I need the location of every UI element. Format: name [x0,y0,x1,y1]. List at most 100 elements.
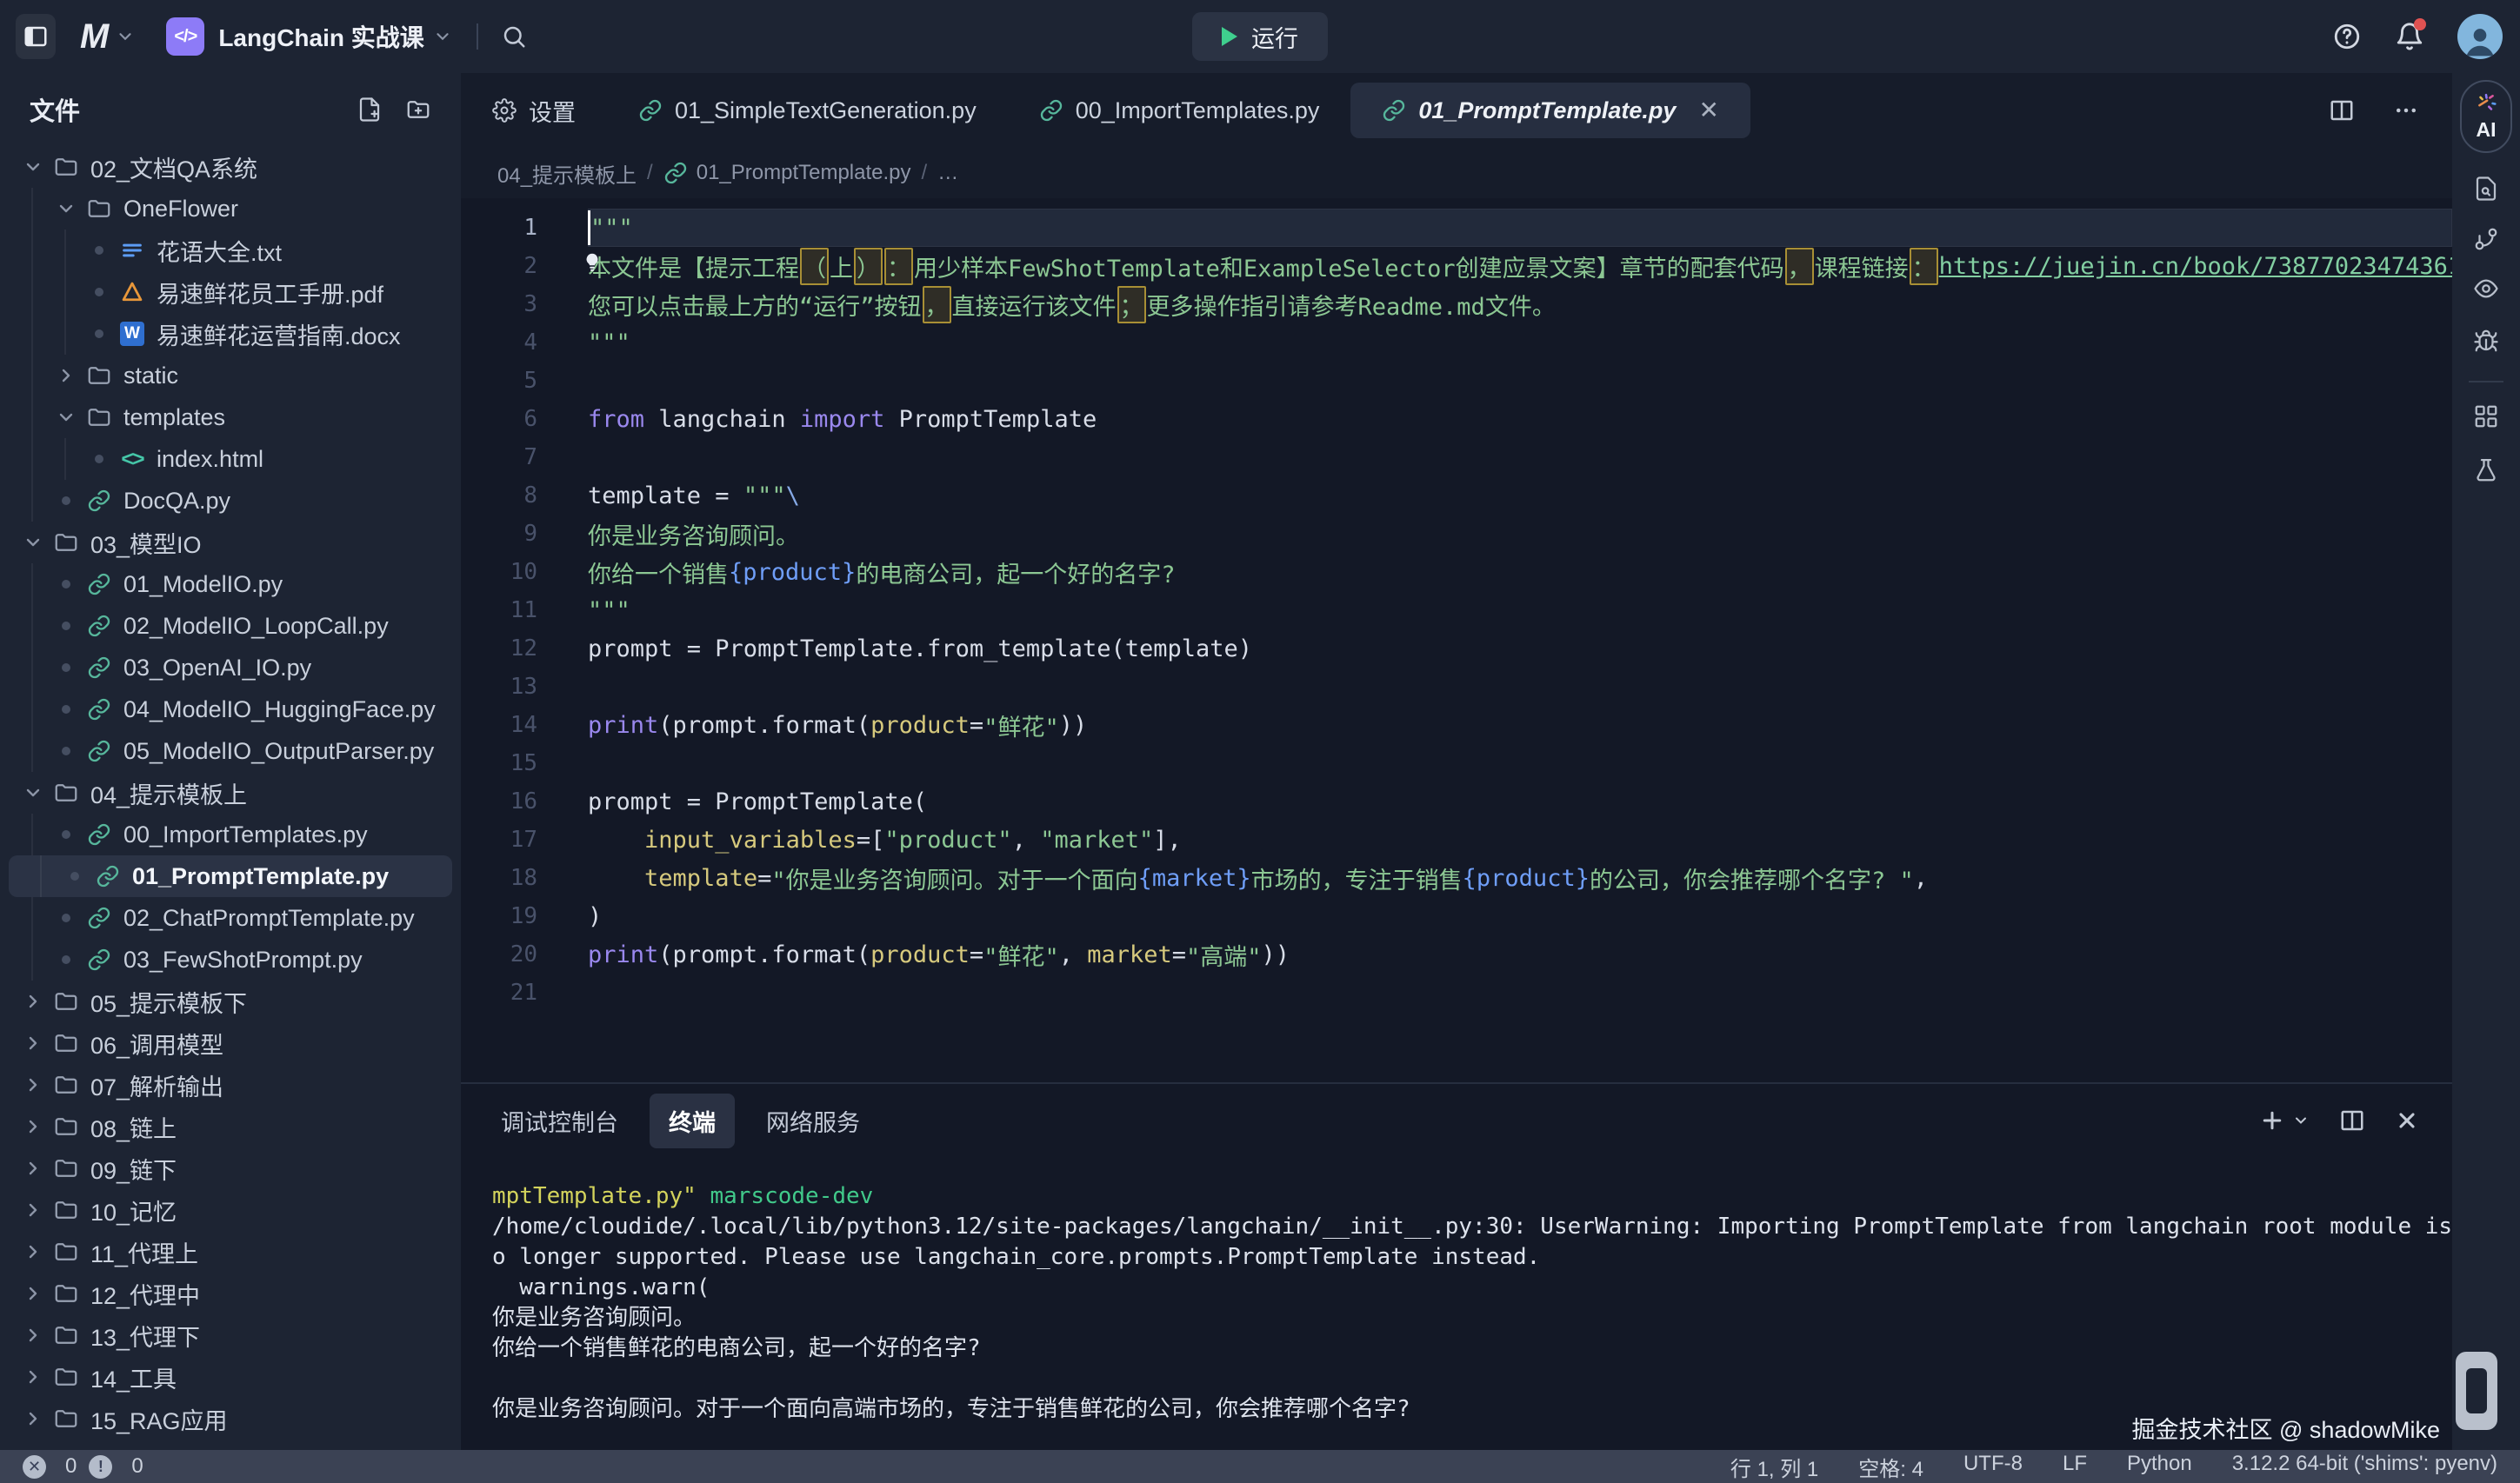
code-line-content: """ [588,591,630,629]
sidebar-toggle-button[interactable] [16,14,56,59]
tree-file[interactable]: 花语大全.txt [0,229,461,271]
bottom-panel: 调试控制台终端网络服务 mptTemplate.py" marscode-dev… [461,1082,2452,1450]
file-status-dot [83,329,115,338]
more-actions-icon[interactable] [2393,97,2419,123]
search-in-files-icon[interactable] [2473,176,2499,202]
tree-folder[interactable]: 13_代理下 [0,1314,461,1356]
tree-file[interactable]: DocQA.py [0,480,461,522]
tree-folder[interactable]: 14_工具 [0,1356,461,1398]
chevron-down-icon[interactable] [433,27,452,46]
py-icon [1039,98,1063,123]
code-line-content: 你给一个销售{product}的电商公司，起一个好的名字? [588,553,1176,591]
panel-tab[interactable]: 终端 [650,1094,735,1148]
code-line-content: ) [588,897,602,935]
debug-bug-icon[interactable] [2473,328,2499,354]
tree-file[interactable]: 易速鲜花员工手册.pdf [0,271,461,313]
mobile-preview-button[interactable] [2456,1352,2497,1430]
folder-icon [53,780,79,806]
tree-file[interactable]: 03_OpenAI_IO.py [0,647,461,688]
tree-file[interactable]: 02_ModelIO_LoopCall.py [0,605,461,647]
tree-file[interactable]: 01_ModelIO.py [0,563,461,605]
split-editor-icon[interactable] [2329,97,2355,123]
chevron-down-icon [23,532,43,553]
problems-indicator[interactable]: ✕ 0 ! 0 [23,1454,143,1479]
tree-file[interactable]: 03_FewShotPrompt.py [0,939,461,981]
py-icon [87,572,111,596]
extensions-grid-icon[interactable] [2473,403,2499,429]
marscode-logo[interactable]: M [80,17,107,57]
tree-folder[interactable]: 12_代理中 [0,1273,461,1314]
code-editor[interactable]: 1"""2本文件是【提示工程（上）：用少样本FewShotTemplate和Ex… [461,198,2452,1082]
project-name[interactable]: LangChain 实战课 [218,19,423,54]
tree-folder[interactable]: OneFlower [0,188,461,229]
tree-folder[interactable]: 02_文档QA系统 [0,146,461,188]
panel-tab[interactable]: 调试控制台 [482,1094,637,1148]
tree-folder[interactable]: 07_解析输出 [0,1064,461,1106]
tree-file[interactable]: 01_PromptTemplate.py [9,855,452,897]
tree-folder[interactable]: 03_模型IO [0,522,461,563]
test-flask-icon[interactable] [2473,457,2499,483]
tree-folder[interactable]: 08_链上 [0,1106,461,1147]
status-item[interactable]: LF [2063,1452,2087,1482]
tree-file[interactable]: 00_ImportTemplates.py [0,814,461,855]
tree-folder[interactable]: 11_代理上 [0,1231,461,1273]
new-terminal-button[interactable] [2259,1107,2310,1134]
tree-file[interactable]: 02_ChatPromptTemplate.py [0,897,461,939]
code-line: 2本文件是【提示工程（上）：用少样本FewShotTemplate和Exampl… [461,247,2452,285]
terminal-output[interactable]: mptTemplate.py" marscode-dev/home/cloudi… [461,1157,2452,1425]
editor-tab[interactable]: 00_ImportTemplates.py [1008,83,1351,138]
status-item[interactable]: Python [2127,1452,2192,1482]
status-item[interactable]: UTF-8 [1963,1452,2023,1482]
chevron-down-icon[interactable] [116,27,135,46]
breadcrumb-item[interactable]: 01_PromptTemplate.py [663,161,911,185]
status-item[interactable]: 空格: 4 [1858,1452,1923,1482]
editor-tab[interactable]: 设置 [461,83,607,138]
close-panel-icon[interactable] [2395,1108,2419,1133]
breadcrumb-item[interactable]: … [937,161,958,185]
tree-file[interactable]: 04_ModelIO_HuggingFace.py [0,688,461,730]
lightbulb-icon[interactable] [581,251,603,280]
close-icon[interactable]: ✕ [1698,98,1718,123]
tree-file[interactable]: 05_ModelIO_OutputParser.py [0,730,461,772]
status-item[interactable]: 行 1, 列 1 [1730,1452,1818,1482]
terminal-line: 你是业务咨询顾问。 [492,1303,2421,1333]
editor-tab[interactable]: 01_SimpleTextGeneration.py [607,83,1008,138]
tree-folder[interactable]: templates [0,396,461,438]
folder-icon [86,362,112,389]
tree-folder[interactable]: 04_提示模板上 [0,772,461,814]
chevron-down-icon [23,156,43,177]
line-number: 20 [461,941,537,968]
line-number: 12 [461,635,537,662]
breadcrumb-item[interactable]: 04_提示模板上 [497,158,637,189]
code-review-eye-icon[interactable] [2473,276,2499,302]
tree-folder[interactable]: 05_提示模板下 [0,981,461,1022]
notifications-bell-icon[interactable] [2395,22,2424,51]
tree-folder[interactable]: 15_RAG应用 [0,1398,461,1440]
tree-folder[interactable]: 09_链下 [0,1147,461,1189]
py-icon [638,98,663,123]
chevron-right-icon [23,1283,43,1304]
tree-file[interactable]: <>index.html [0,438,461,480]
editor-tab[interactable]: 01_PromptTemplate.py✕ [1350,83,1750,138]
run-button[interactable]: 运行 [1192,12,1328,61]
chevron-down-icon [23,782,43,803]
tree-folder[interactable]: 06_调用模型 [0,1022,461,1064]
tree-file[interactable]: W易速鲜花运营指南.docx [0,313,461,355]
split-panel-icon[interactable] [2339,1107,2365,1134]
new-folder-icon[interactable] [405,96,431,123]
avatar[interactable] [2457,14,2503,59]
chevron-right-icon [23,1325,43,1346]
py-icon [87,822,111,847]
breadcrumb-label: 01_PromptTemplate.py [697,161,911,185]
search-icon[interactable] [501,23,527,50]
tree-item-label: 易速鲜花员工手册.pdf [157,276,383,309]
help-icon[interactable] [2332,22,2362,51]
code-line: 10你给一个销售{product}的电商公司，起一个好的名字? [461,553,2452,591]
panel-tab[interactable]: 网络服务 [747,1094,879,1148]
status-item[interactable]: 3.12.2 64-bit ('shims': pyenv) [2232,1452,2497,1482]
tree-folder[interactable]: static [0,355,461,396]
source-control-icon[interactable] [2473,226,2499,252]
ai-assistant-button[interactable]: AI [2460,80,2512,153]
tree-folder[interactable]: 10_记忆 [0,1189,461,1231]
new-file-icon[interactable] [357,96,383,123]
